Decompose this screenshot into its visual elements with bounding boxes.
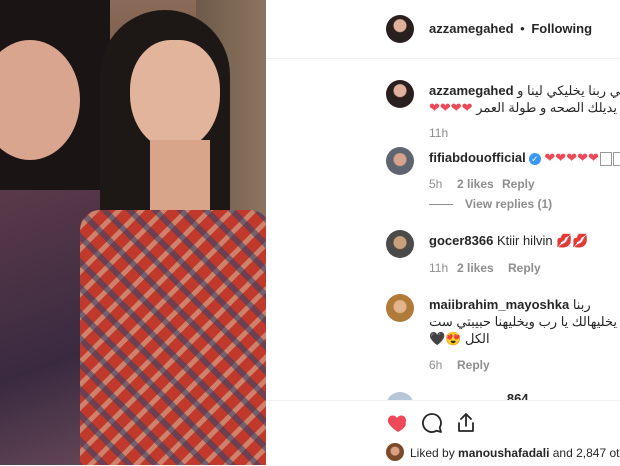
follow-status[interactable]: Following bbox=[531, 21, 592, 36]
hearts-emoji: ❤❤❤❤❤ bbox=[544, 150, 599, 165]
reply-button[interactable]: Reply bbox=[508, 261, 541, 275]
author-avatar[interactable] bbox=[386, 15, 414, 43]
liked-by-suffix[interactable]: and 2,847 oth bbox=[553, 446, 620, 460]
comment-avatar[interactable] bbox=[386, 392, 414, 400]
comment-time: 11h bbox=[429, 261, 449, 275]
replies-dash bbox=[429, 204, 453, 206]
comment-text-line2: يخليهالك يا رب ويخليهنا حبيبتي ست bbox=[429, 314, 617, 329]
comment-body: fifiabdouofficial ✓ ❤❤❤❤❤ bbox=[429, 149, 620, 166]
liked-by-text: Liked by manoushafadali and 2,847 oth bbox=[410, 446, 620, 460]
comment-username[interactable]: maiibrahim_mayoshka bbox=[429, 297, 569, 312]
header-text: azzamegahed • Following bbox=[429, 21, 592, 36]
post-header: azzamegahed • Following bbox=[266, 0, 620, 59]
liked-by-prefix: Liked by bbox=[410, 446, 455, 460]
photo-person-right-dress bbox=[80, 210, 266, 465]
reply-button[interactable]: Reply bbox=[502, 177, 535, 191]
comment-item: gocer8366 Ktiir hilvin 💋💋 11h 2 likes Re… bbox=[266, 228, 620, 278]
comment-body: azzamegahed أمي ربنا يخليكي لينا و ❤❤❤❤ … bbox=[429, 82, 620, 116]
liked-by-user[interactable]: manoushafadali bbox=[458, 446, 549, 460]
comment-time: 5h bbox=[429, 177, 443, 191]
comment-text-line1: أمي ربنا يخليكي لينا و bbox=[517, 83, 620, 98]
verified-badge-icon: ✓ bbox=[528, 152, 541, 165]
unknown-emoji-icon bbox=[599, 151, 612, 166]
header-separator: • bbox=[520, 21, 525, 36]
comment-likes[interactable]: 2 likes bbox=[457, 177, 494, 191]
liked-by-avatar[interactable] bbox=[386, 443, 404, 461]
unknown-emoji-icon bbox=[612, 151, 620, 166]
comment-item: fifiabdouofficial ✓ ❤❤❤❤❤ 5h 2 likes Repl… bbox=[266, 145, 620, 215]
share-icon[interactable] bbox=[454, 411, 478, 435]
comment-text-line1: ربنا bbox=[572, 297, 591, 312]
comment-time: 6h bbox=[429, 358, 443, 372]
comment-caption: azzamegahed أمي ربنا يخليكي لينا و ❤❤❤❤ … bbox=[266, 78, 620, 148]
comment-avatar[interactable] bbox=[386, 230, 414, 258]
comment-partial-text: ...864 bbox=[496, 391, 529, 400]
comment-bubble-icon[interactable] bbox=[420, 411, 444, 435]
comment-body: maiibrahim_mayoshka ربنا يخليهالك يا رب … bbox=[429, 296, 617, 347]
hearts-emoji: ❤❤❤❤ bbox=[429, 100, 473, 115]
like-heart-icon[interactable] bbox=[386, 411, 410, 435]
comment-avatar[interactable] bbox=[386, 147, 414, 175]
reply-button[interactable]: Reply bbox=[457, 358, 490, 372]
comment-text-line3: الكل 😍🖤 bbox=[429, 331, 490, 346]
comment-username[interactable]: gocer8366 bbox=[429, 233, 493, 248]
comment-item: maiibrahim_mayoshka ربنا يخليهالك يا رب … bbox=[266, 292, 620, 377]
post-photo bbox=[0, 0, 266, 465]
comment-username[interactable]: azzamegahed bbox=[429, 83, 514, 98]
comment-time: 11h bbox=[429, 126, 449, 140]
comment-username[interactable]: fifiabdouofficial bbox=[429, 150, 526, 165]
action-bar: Liked by manoushafadali and 2,847 oth bbox=[266, 400, 620, 466]
comment-likes[interactable]: 2 likes bbox=[457, 261, 494, 275]
comment-item-partial: ...864 bbox=[266, 388, 620, 400]
comment-body: gocer8366 Ktiir hilvin 💋💋 bbox=[429, 232, 589, 249]
photo-person-right-face bbox=[130, 40, 220, 150]
author-username[interactable]: azzamegahed bbox=[429, 21, 514, 36]
comment-avatar[interactable] bbox=[386, 80, 414, 108]
view-replies-button[interactable]: View replies (1) bbox=[429, 197, 552, 211]
comment-text: Ktiir hilvin 💋💋 bbox=[496, 233, 589, 248]
photo-person-right-neck bbox=[150, 140, 210, 220]
comment-text-line2: يديلك الصحه و طولة العمر bbox=[476, 100, 617, 115]
comment-avatar[interactable] bbox=[386, 294, 414, 322]
